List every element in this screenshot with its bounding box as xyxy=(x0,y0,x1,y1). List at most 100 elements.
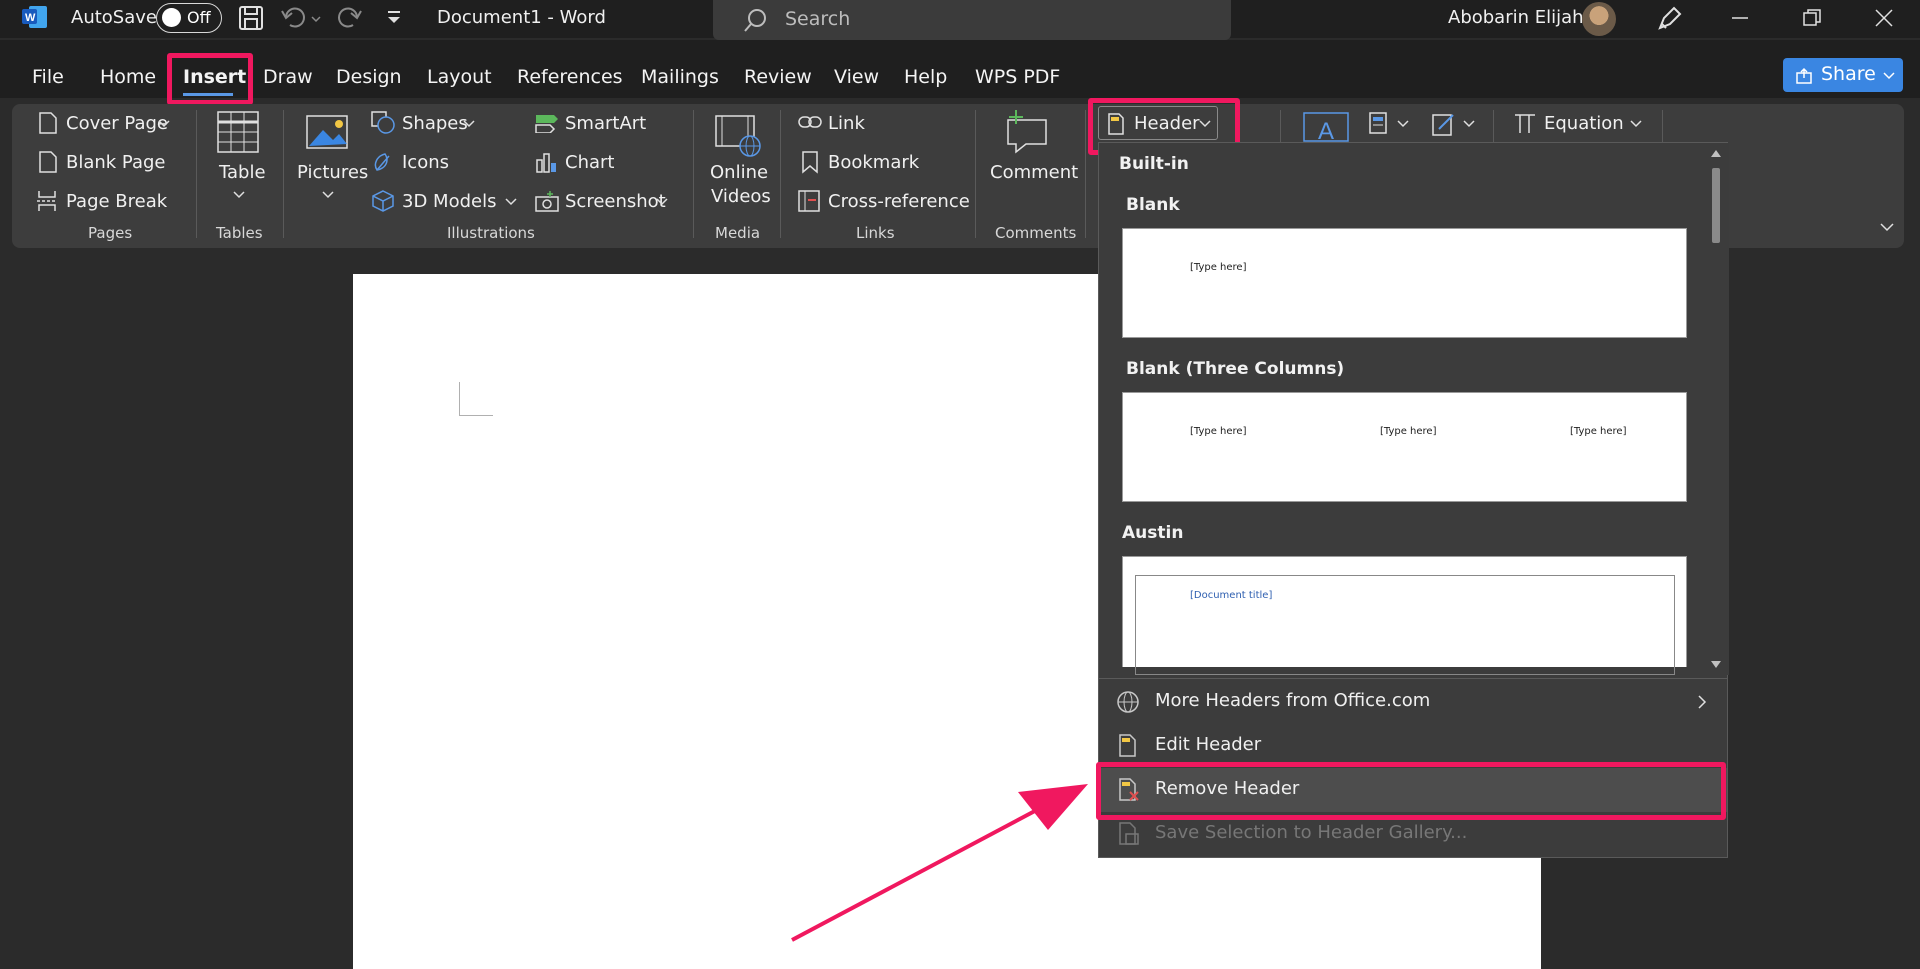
tab-draw[interactable]: Draw xyxy=(263,66,313,88)
share-icon xyxy=(1796,67,1812,84)
gallery-title-blank-three-columns: Blank (Three Columns) xyxy=(1126,359,1345,379)
gallery-item-blank[interactable]: [Type here] xyxy=(1122,228,1687,338)
share-button[interactable]: Share xyxy=(1783,58,1903,92)
tab-wps-pdf[interactable]: WPS PDF xyxy=(975,66,1060,88)
tab-mailings[interactable]: Mailings xyxy=(641,66,719,88)
menu-divider xyxy=(1099,678,1727,679)
tab-home[interactable]: Home xyxy=(100,66,156,88)
screenshot-icon xyxy=(535,191,559,212)
tab-references[interactable]: References xyxy=(517,66,623,88)
svg-text:A: A xyxy=(1318,118,1334,143)
chevron-down-icon[interactable] xyxy=(505,197,517,207)
word-logo-icon[interactable]: W xyxy=(22,5,48,29)
comment-button[interactable]: Comment xyxy=(990,162,1078,183)
tab-review[interactable]: Review xyxy=(744,66,812,88)
pictures-button[interactable]: Pictures xyxy=(297,162,368,183)
group-label-pages: Pages xyxy=(88,224,133,242)
chevron-down-icon[interactable] xyxy=(322,190,334,200)
page-break-button[interactable]: Page Break xyxy=(66,191,167,212)
equation-button[interactable]: Equation xyxy=(1544,113,1624,134)
scroll-thumb[interactable] xyxy=(1712,168,1720,243)
customize-toolbar-icon[interactable] xyxy=(385,9,403,31)
user-name[interactable]: Abobarin Elijah xyxy=(1448,7,1584,28)
annotation-arrow-icon xyxy=(791,784,1088,942)
group-label-tables: Tables xyxy=(216,224,263,242)
smartart-button[interactable]: SmartArt xyxy=(565,113,646,134)
chevron-down-icon[interactable] xyxy=(158,119,170,129)
designer-pen-icon[interactable] xyxy=(1656,4,1684,36)
more-headers-label: More Headers from Office.com xyxy=(1155,690,1431,711)
autosave-toggle[interactable]: Off xyxy=(156,3,222,33)
toggle-knob xyxy=(162,8,181,27)
gallery-item-blank-three-columns[interactable]: [Type here] [Type here] [Type here] xyxy=(1122,392,1687,502)
quick-parts-icon[interactable] xyxy=(1368,111,1388,135)
screenshot-button[interactable]: Screenshot xyxy=(565,191,666,212)
chevron-down-icon[interactable] xyxy=(1463,119,1475,129)
online-videos-line2[interactable]: Videos xyxy=(711,186,771,207)
shapes-button[interactable]: Shapes xyxy=(402,113,468,134)
redo-icon[interactable] xyxy=(337,5,363,35)
cross-reference-button[interactable]: Cross-reference xyxy=(828,191,970,212)
group-label-illustrations: Illustrations xyxy=(447,224,535,242)
page-break-icon xyxy=(37,191,57,211)
chevron-down-icon[interactable] xyxy=(1630,119,1642,129)
group-separator xyxy=(1085,110,1086,238)
online-videos-icon xyxy=(715,115,761,157)
placeholder-text: [Document title] xyxy=(1190,590,1273,601)
chevron-down-icon[interactable] xyxy=(656,197,668,207)
tab-design[interactable]: Design xyxy=(336,66,402,88)
3d-models-button[interactable]: 3D Models xyxy=(402,191,496,212)
more-headers-item[interactable]: More Headers from Office.com xyxy=(1099,680,1727,724)
gallery-item-austin[interactable]: [Document title] xyxy=(1122,556,1687,675)
scroll-up-icon[interactable] xyxy=(1710,148,1722,158)
chart-button[interactable]: Chart xyxy=(565,152,614,173)
group-label-comments: Comments xyxy=(995,224,1077,242)
close-icon[interactable] xyxy=(1874,8,1894,32)
link-button[interactable]: Link xyxy=(828,113,865,134)
placeholder-text: [Type here] xyxy=(1190,262,1247,273)
margin-mark-horizontal xyxy=(460,415,493,416)
autosave-label: AutoSave xyxy=(71,7,157,28)
minimize-icon[interactable] xyxy=(1730,8,1750,32)
equation-icon xyxy=(1515,114,1535,133)
signature-line-icon[interactable] xyxy=(1431,111,1457,137)
search-box[interactable]: Search xyxy=(713,0,1231,40)
chevron-down-icon[interactable] xyxy=(1397,119,1409,129)
collapse-ribbon-icon[interactable] xyxy=(1879,221,1895,233)
blank-page-button[interactable]: Blank Page xyxy=(66,152,166,173)
online-videos-line1[interactable]: Online xyxy=(710,162,768,183)
tab-layout[interactable]: Layout xyxy=(427,66,492,88)
table-icon xyxy=(217,111,259,153)
undo-icon[interactable] xyxy=(280,5,324,35)
avatar[interactable] xyxy=(1582,2,1616,36)
chevron-down-icon[interactable] xyxy=(233,190,245,200)
tab-view[interactable]: View xyxy=(834,66,879,88)
group-separator xyxy=(780,110,781,238)
gallery-scrollbar[interactable] xyxy=(1703,143,1729,675)
bookmark-icon xyxy=(802,151,818,174)
group-label-media: Media xyxy=(715,224,761,242)
cover-page-button[interactable]: Cover Page xyxy=(66,113,168,134)
insert-tab-highlight xyxy=(167,53,253,105)
text-box-icon[interactable]: A xyxy=(1302,111,1350,143)
gallery-title-blank: Blank xyxy=(1126,195,1180,215)
chevron-down-icon[interactable] xyxy=(463,119,475,129)
save-selection-label: Save Selection to Header Gallery... xyxy=(1155,822,1468,843)
tab-file[interactable]: File xyxy=(32,66,64,88)
margin-mark-vertical xyxy=(459,382,460,416)
search-placeholder: Search xyxy=(785,8,851,30)
section-built-in: Built-in xyxy=(1119,154,1189,174)
svg-text:W: W xyxy=(25,12,36,24)
icons-button[interactable]: Icons xyxy=(402,152,449,173)
3d-models-icon xyxy=(372,190,394,212)
restore-icon[interactable] xyxy=(1802,8,1822,32)
save-icon[interactable] xyxy=(238,5,264,35)
link-icon xyxy=(798,116,822,128)
placeholder-text: [Type here] xyxy=(1570,426,1627,437)
smartart-icon xyxy=(535,115,558,133)
bookmark-button[interactable]: Bookmark xyxy=(828,152,919,173)
table-button[interactable]: Table xyxy=(219,162,266,183)
tab-help[interactable]: Help xyxy=(904,66,947,88)
scroll-down-icon[interactable] xyxy=(1710,660,1722,670)
gallery-title-austin: Austin xyxy=(1122,523,1184,543)
